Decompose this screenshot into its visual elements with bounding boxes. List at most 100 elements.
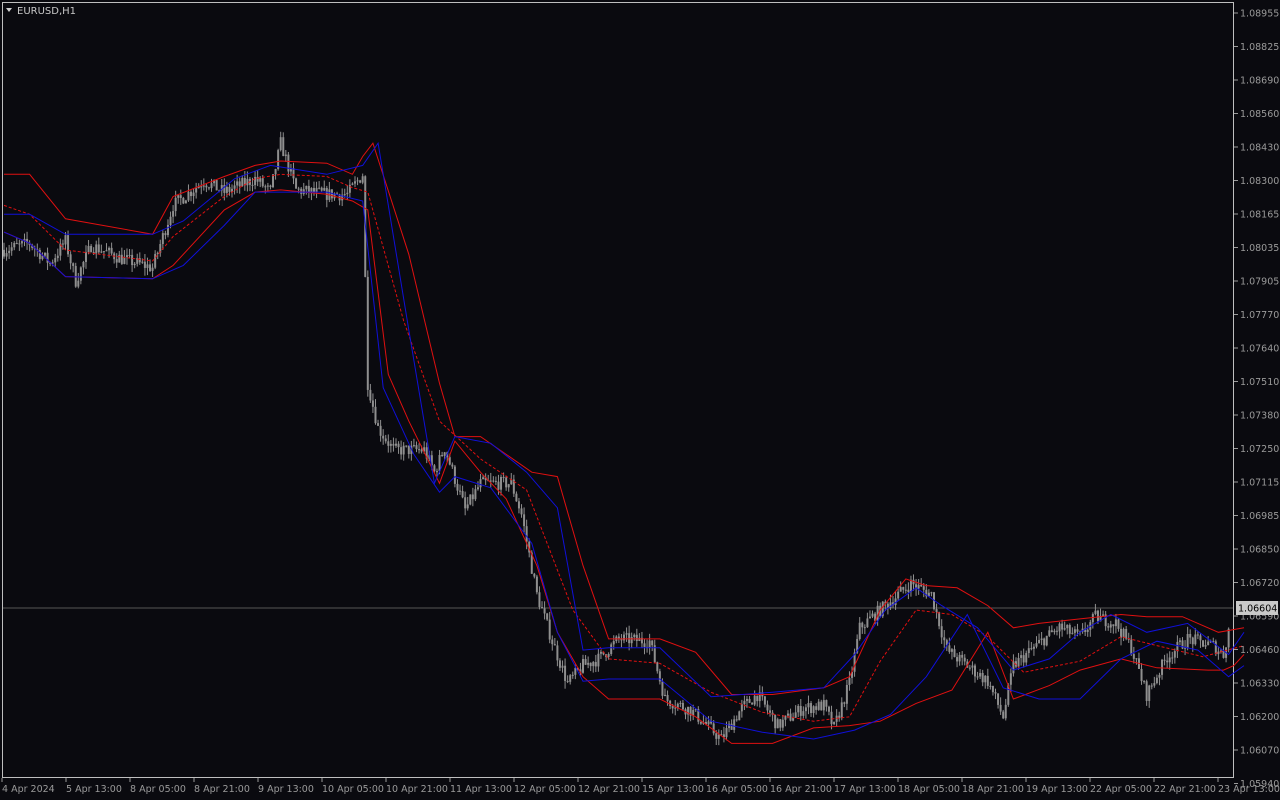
candle-body — [115, 259, 118, 263]
candle-body — [1053, 630, 1056, 633]
candle-body — [991, 685, 994, 693]
candle-body — [986, 675, 989, 686]
candle-body — [666, 694, 669, 701]
candle-body — [20, 241, 23, 244]
time-tick-label: 9 Apr 13:00 — [258, 784, 314, 795]
candle-body — [707, 721, 710, 725]
candle-body — [1145, 681, 1148, 701]
time-tick-label: 22 Apr 05:00 — [1090, 784, 1152, 795]
candle-body — [953, 649, 956, 658]
price-tick-label: 1.07115 — [1240, 478, 1279, 489]
candle-body — [497, 481, 500, 490]
candle-body — [1132, 654, 1135, 659]
candle-body — [15, 242, 18, 244]
candle-body — [1199, 635, 1202, 641]
candle-body — [558, 660, 561, 668]
candle-body — [748, 698, 751, 703]
candle-body — [471, 494, 474, 500]
candle-body — [958, 654, 961, 662]
candle-body — [515, 493, 518, 502]
candle-body — [305, 185, 308, 190]
candle-body — [1114, 619, 1117, 627]
candle-body — [769, 710, 772, 713]
candle-body — [1055, 630, 1058, 632]
candle-body — [858, 622, 861, 640]
candle-body — [610, 644, 613, 655]
candle-body — [369, 389, 372, 401]
price-chart[interactable]: EURUSD,H1 1.08955 1.08825 1.08690 1.08560 1.… — [0, 0, 1280, 800]
candle-body — [202, 185, 205, 187]
candle-body — [259, 178, 262, 182]
candle-body — [323, 187, 326, 191]
candle-body — [128, 254, 131, 256]
candle-body — [825, 700, 828, 707]
price-tick-label: 1.08035 — [1240, 243, 1279, 254]
price-tick-label: 1.07640 — [1240, 344, 1279, 355]
candle-body — [69, 254, 72, 264]
candle-body — [366, 276, 369, 390]
candle-body — [415, 445, 418, 450]
candle-body — [5, 253, 8, 257]
candle-body — [1158, 674, 1161, 678]
candle-body — [3, 249, 5, 257]
candle-body — [82, 261, 85, 268]
candle-body — [635, 634, 638, 642]
candle-body — [523, 514, 526, 527]
candle-body — [228, 186, 231, 192]
candle-body — [351, 183, 354, 185]
candle-body — [625, 633, 628, 635]
candle-body — [184, 200, 187, 204]
candle-body — [730, 723, 733, 730]
candle-body — [1173, 651, 1176, 658]
candle-body — [753, 695, 756, 705]
candle-body — [279, 137, 282, 151]
candle-body — [868, 616, 871, 619]
candle-body — [743, 700, 746, 705]
candle-body — [387, 441, 390, 446]
candle-body — [125, 255, 128, 258]
candle-body — [1009, 673, 1012, 685]
symbol-header[interactable]: EURUSD,H1 — [6, 6, 76, 17]
time-tick-label: 5 Apr 13:00 — [66, 784, 122, 795]
candle-body — [166, 224, 169, 236]
candle-body — [1214, 641, 1217, 655]
candle-body — [525, 526, 528, 542]
candle-body — [38, 249, 41, 260]
candle-body — [154, 253, 157, 268]
candle-body — [597, 653, 600, 667]
candle-body — [1066, 624, 1069, 629]
candle-body — [433, 465, 436, 472]
candle-body — [802, 711, 805, 716]
candle-body — [225, 186, 228, 193]
candle-body — [1027, 648, 1030, 654]
candle-body — [441, 454, 444, 456]
candle-body — [456, 483, 459, 491]
candle-body — [976, 676, 979, 678]
candle-body — [930, 592, 933, 594]
candle-body — [776, 719, 779, 729]
candle-body — [389, 443, 392, 446]
candle-body — [648, 640, 651, 648]
candle-body — [110, 247, 113, 254]
candle-body — [500, 476, 503, 490]
candle-body — [1143, 681, 1146, 683]
candle-body — [599, 651, 602, 654]
candle-body — [320, 187, 323, 191]
candle-body — [382, 435, 385, 439]
candle-body — [1068, 624, 1071, 634]
candle-body — [1048, 630, 1051, 636]
price-tick-label: 1.08430 — [1240, 143, 1279, 154]
candle-body — [43, 252, 46, 256]
candle-body — [546, 613, 549, 620]
candle-body — [18, 243, 21, 245]
candle-body — [146, 264, 149, 268]
candle-body — [451, 464, 454, 467]
candle-body — [359, 180, 362, 183]
candle-body — [377, 423, 380, 426]
candle-body — [1189, 634, 1192, 638]
candle-body — [1168, 657, 1171, 663]
candle-body — [827, 706, 830, 712]
candle-body — [149, 264, 152, 271]
candle-body — [1058, 623, 1061, 632]
candle-body — [164, 233, 167, 236]
